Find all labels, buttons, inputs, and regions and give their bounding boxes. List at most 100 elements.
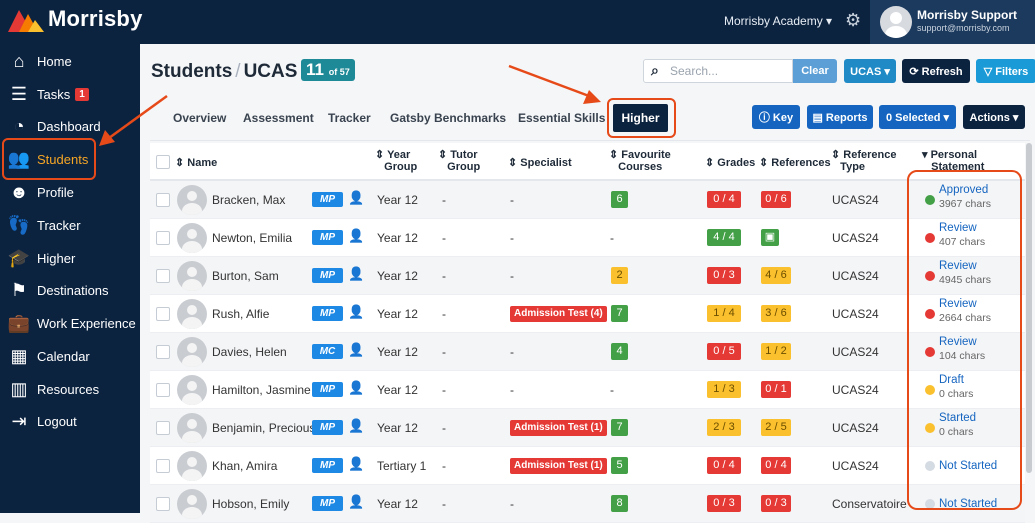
table-row[interactable]: Burton, Sam MP 👤 Year 12 - - 2 0 / 3 4 / 6 UCAS24… <box>150 257 1025 295</box>
col-specialist[interactable]: ⇕ Specialist <box>508 157 572 169</box>
col-grades[interactable]: ⇕ Grades <box>705 157 755 169</box>
row-checkbox[interactable] <box>156 383 170 397</box>
grades-badge[interactable]: 0 / 4 <box>707 457 741 474</box>
sidebar-item-dashboard[interactable]: ◔ Dashboard <box>0 111 140 141</box>
sidebar-item-calendar[interactable]: ▦ Calendar <box>0 341 140 371</box>
tab-gatsby-benchmarks[interactable]: Gatsby Benchmarks <box>390 111 506 125</box>
tab-tracker[interactable]: Tracker <box>328 111 371 125</box>
grades-badge[interactable]: 0 / 3 <box>707 495 741 512</box>
brand-logo[interactable]: Morrisby <box>8 6 143 32</box>
sidebar-item-higher[interactable]: 🎓 Higher <box>0 243 140 273</box>
tab-assessment[interactable]: Assessment <box>243 111 314 125</box>
student-name[interactable]: Davies, Helen <box>212 345 287 359</box>
specialist-badge[interactable]: Admission Test (4) <box>510 306 607 322</box>
sidebar-item-tasks[interactable]: ☰ Tasks 1 <box>0 79 140 109</box>
sidebar-item-home[interactable]: ⌂ Home <box>0 46 140 76</box>
actions-dropdown[interactable]: Actions ▾ <box>963 105 1025 129</box>
student-name[interactable]: Newton, Emilia <box>212 231 292 245</box>
student-name[interactable]: Rush, Alfie <box>212 307 269 321</box>
table-row[interactable]: Bracken, Max MP 👤 Year 12 - - 6 0 / 4 0 / 6 UCAS2… <box>150 181 1025 219</box>
mentor-icon[interactable]: 👤 <box>348 494 364 510</box>
favourite-courses-badge[interactable]: 5 <box>611 457 628 474</box>
row-checkbox[interactable] <box>156 421 170 435</box>
filters-button[interactable]: ▽ Filters <box>976 59 1035 83</box>
key-button[interactable]: ⓘ Key <box>752 105 800 129</box>
mentor-icon[interactable]: 👤 <box>348 418 364 434</box>
row-checkbox[interactable] <box>156 497 170 511</box>
references-badge[interactable]: 4 / 6 <box>761 267 791 284</box>
mentor-icon[interactable]: 👤 <box>348 266 364 282</box>
gear-icon[interactable]: ⚙ <box>845 10 861 31</box>
table-row[interactable]: Davies, Helen MC 👤 Year 12 - - 4 0 / 5 1 / 2 UCAS… <box>150 333 1025 371</box>
refresh-button[interactable]: ⟳ Refresh <box>902 59 970 83</box>
mentor-icon[interactable]: 👤 <box>348 190 364 206</box>
sidebar-item-logout[interactable]: ⇥ Logout <box>0 406 140 436</box>
references-badge[interactable]: 0 / 6 <box>761 191 791 208</box>
row-checkbox[interactable] <box>156 307 170 321</box>
ucas-dropdown[interactable]: UCAS ▾ <box>844 59 896 83</box>
mentor-icon[interactable]: 👤 <box>348 304 364 320</box>
favourite-courses-badge[interactable]: 8 <box>611 495 628 512</box>
student-name[interactable]: Hamilton, Jasmine <box>212 383 311 397</box>
specialist-badge[interactable]: Admission Test (1) <box>510 458 607 474</box>
mentor-icon[interactable]: 👤 <box>348 456 364 472</box>
academy-dropdown[interactable]: Morrisby Academy ▾ <box>724 14 832 28</box>
table-row[interactable]: Khan, Amira MP 👤 Tertiary 1 - Admission Test … <box>150 447 1025 485</box>
references-badge[interactable]: 3 / 6 <box>761 305 791 322</box>
row-checkbox[interactable] <box>156 231 170 245</box>
tab-overview[interactable]: Overview <box>173 111 226 125</box>
grades-badge[interactable]: 1 / 3 <box>707 381 741 398</box>
favourite-courses-badge[interactable]: 2 <box>611 267 628 284</box>
student-name[interactable]: Burton, Sam <box>212 269 279 283</box>
table-row[interactable]: Hobson, Emily MP 👤 Year 12 - - 8 0 / 3 0 / 3 Cons… <box>150 485 1025 523</box>
grades-badge[interactable]: 0 / 3 <box>707 267 741 284</box>
sidebar-item-work-experience[interactable]: 💼 Work Experience <box>0 308 140 338</box>
select-all-checkbox[interactable] <box>156 155 170 169</box>
student-name[interactable]: Bracken, Max <box>212 193 285 207</box>
grades-badge[interactable]: 0 / 4 <box>707 191 741 208</box>
favourite-courses-badge[interactable]: 7 <box>611 419 628 436</box>
sidebar-item-resources[interactable]: ▥ Resources <box>0 374 140 404</box>
grades-badge[interactable]: 0 / 5 <box>707 343 741 360</box>
user-menu[interactable]: Morrisby Support support@morrisby.com <box>870 0 1035 44</box>
grades-badge[interactable]: 4 / 4 <box>707 229 741 246</box>
search-input[interactable]: ⌕ Search... <box>643 59 793 83</box>
mentor-icon[interactable]: 👤 <box>348 228 364 244</box>
references-badge[interactable]: 1 / 2 <box>761 343 791 360</box>
table-row[interactable]: Rush, Alfie MP 👤 Year 12 - Admission Test (4)… <box>150 295 1025 333</box>
col-reference-type[interactable]: ⇕ Reference Type <box>831 149 896 173</box>
references-badge[interactable]: ▣ <box>761 229 779 246</box>
row-checkbox[interactable] <box>156 193 170 207</box>
table-row[interactable]: Benjamin, Precious MP 👤 Year 12 - Admission T… <box>150 409 1025 447</box>
student-name[interactable]: Benjamin, Precious <box>212 421 315 435</box>
references-badge[interactable]: 0 / 1 <box>761 381 791 398</box>
col-year-group[interactable]: ⇕ Year Group <box>375 149 417 173</box>
col-favourite-courses[interactable]: ⇕ Favourite Courses <box>609 149 671 173</box>
col-name[interactable]: ⇕ Name <box>175 157 217 169</box>
reports-button[interactable]: ▤ Reports <box>807 105 873 129</box>
specialist-badge[interactable]: Admission Test (1) <box>510 420 607 436</box>
mentor-icon[interactable]: 👤 <box>348 380 364 396</box>
sidebar-item-profile[interactable]: ☻ Profile <box>0 177 140 207</box>
references-badge[interactable]: 0 / 3 <box>761 495 791 512</box>
references-badge[interactable]: 0 / 4 <box>761 457 791 474</box>
grades-badge[interactable]: 1 / 4 <box>707 305 741 322</box>
favourite-courses-badge[interactable]: 7 <box>611 305 628 322</box>
col-references[interactable]: ⇕ References <box>759 157 831 169</box>
row-checkbox[interactable] <box>156 459 170 473</box>
student-name[interactable]: Khan, Amira <box>212 459 277 473</box>
references-badge[interactable]: 2 / 5 <box>761 419 791 436</box>
scrollbar[interactable] <box>1026 143 1032 473</box>
clear-button[interactable]: Clear <box>793 59 837 83</box>
mentor-icon[interactable]: 👤 <box>348 342 364 358</box>
favourite-courses-badge[interactable]: 6 <box>611 191 628 208</box>
row-checkbox[interactable] <box>156 345 170 359</box>
favourite-courses-badge[interactable]: 4 <box>611 343 628 360</box>
table-row[interactable]: Hamilton, Jasmine MP 👤 Year 12 - - - 1 / 3 0 / 1… <box>150 371 1025 409</box>
row-checkbox[interactable] <box>156 269 170 283</box>
sidebar-item-destinations[interactable]: ⚑ Destinations <box>0 275 140 305</box>
grades-badge[interactable]: 2 / 3 <box>707 419 741 436</box>
tab-essential-skills[interactable]: Essential Skills <box>518 111 605 125</box>
selected-dropdown[interactable]: 0 Selected ▾ <box>879 105 956 129</box>
table-row[interactable]: Newton, Emilia MP 👤 Year 12- - -4 / 4 ▣ UCAS24 R… <box>150 219 1025 257</box>
